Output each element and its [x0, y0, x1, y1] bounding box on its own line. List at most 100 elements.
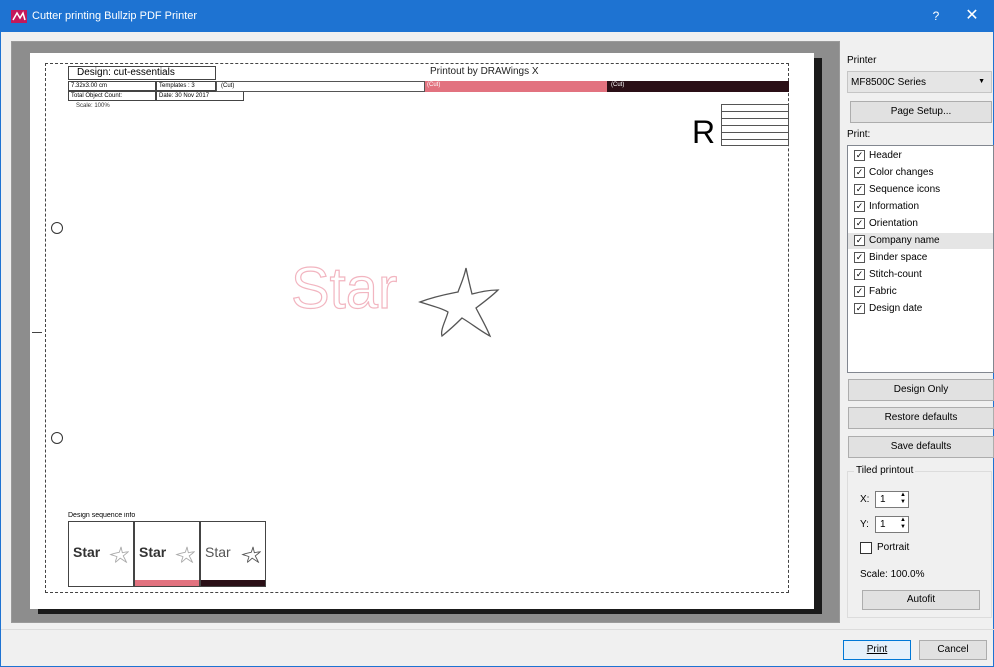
option-label: Orientation [869, 218, 918, 229]
thumb-star-icon [175, 546, 195, 564]
thumb-color-pink [135, 580, 199, 586]
help-button[interactable]: ? [923, 6, 949, 26]
tile-y-value: 1 [880, 519, 886, 530]
option-design-date[interactable]: ✓ Design date [848, 301, 993, 317]
option-header[interactable]: ✓ Header [848, 148, 993, 164]
dropdown-arrow-icon: ▼ [978, 78, 985, 85]
checkbox-icon: ✓ [854, 150, 865, 161]
thumb-star-text: Star [205, 544, 231, 560]
design-star-text: Star [290, 256, 398, 321]
thumb-star-text: Star [139, 544, 167, 560]
design-only-button[interactable]: Design Only [848, 379, 994, 401]
print-button-label: Print [866, 644, 888, 655]
printer-select[interactable]: MF8500C Series ▼ [847, 71, 992, 93]
option-color-changes[interactable]: ✓ Color changes [848, 165, 993, 181]
tile-x-value: 1 [880, 494, 886, 505]
option-label: Design date [869, 303, 923, 314]
size-cell: 7.32x3.00 cm [68, 81, 156, 91]
print-button[interactable]: Print [843, 640, 911, 660]
binder-hole-top [51, 222, 63, 234]
cut-label: (Cut) [221, 83, 235, 89]
binder-mark [32, 332, 42, 333]
sequence-thumb-1: Star [68, 521, 134, 587]
printer-label: Printer [847, 55, 877, 66]
thumb-star-text: Star [73, 544, 101, 560]
footer-separator [1, 629, 994, 630]
title-bar: Cutter printing Bullzip PDF Printer ? ✕ [1, 1, 993, 32]
settings-panel: Printer MF8500C Series ▼ Page Setup... P… [847, 41, 994, 621]
option-orientation[interactable]: ✓ Orientation [848, 216, 993, 232]
printout-by: Printout by DRAWings X [430, 66, 539, 77]
option-label: Sequence icons [869, 184, 941, 195]
print-options-list: ✓ Header ✓ Color changes ✓ Sequence icons ✓… [847, 145, 994, 373]
portrait-label: Portrait [877, 542, 910, 553]
option-label: Binder space [869, 252, 928, 263]
checkbox-icon: ✓ [854, 167, 865, 178]
scale-label: Scale: 100.0% [860, 569, 925, 580]
option-label: Stitch-count [869, 269, 922, 280]
company-info-table [721, 104, 789, 146]
preview-page: Design: cut-essentials Printout by DRAWi… [30, 53, 814, 609]
spin-arrows-icon: ▲ ▼ [900, 517, 906, 530]
y-label: Y: [860, 519, 869, 530]
checkbox-icon: ✓ [854, 269, 865, 280]
x-label: X: [860, 494, 870, 505]
tiled-printout-label: Tiled printout [854, 465, 916, 476]
window-title: Cutter printing Bullzip PDF Printer [32, 10, 198, 22]
printable-area: Design: cut-essentials Printout by DRAWi… [32, 63, 789, 593]
checkbox-icon: ✓ [854, 184, 865, 195]
binder-hole-bottom [51, 432, 63, 444]
cancel-button[interactable]: Cancel [919, 640, 987, 660]
scale-text: Scale: 100% [76, 103, 110, 109]
thumb-color-dark [201, 580, 265, 586]
page-setup-button[interactable]: Page Setup... [850, 101, 992, 123]
printer-select-value: MF8500C Series [851, 77, 927, 88]
checkbox-icon: ✓ [854, 286, 865, 297]
option-sequence-icons[interactable]: ✓ Sequence icons [848, 182, 993, 198]
checkbox-icon: ✓ [854, 303, 865, 314]
print-label: Print: [847, 129, 871, 140]
orientation-letter: R [692, 114, 716, 150]
option-binder-space[interactable]: ✓ Binder space [848, 250, 993, 266]
color-bar-dark: (Cut) [607, 81, 789, 92]
save-defaults-button[interactable]: Save defaults [848, 436, 994, 458]
cut-label: (Cut) [427, 82, 441, 88]
option-company-name[interactable]: ✓ Company name [848, 233, 993, 249]
autofit-button[interactable]: Autofit [862, 590, 980, 610]
thumb-star-icon [241, 546, 261, 564]
option-label: Header [869, 150, 902, 161]
option-label: Company name [869, 235, 940, 246]
sequence-info-title: Design sequence info [68, 512, 136, 519]
sequence-thumb-2: Star [134, 521, 200, 587]
thumb-star-icon [109, 546, 129, 564]
design-name-box: Design: cut-essentials [68, 66, 216, 80]
portrait-checkbox[interactable] [860, 542, 872, 554]
option-stitch-count[interactable]: ✓ Stitch-count [848, 267, 993, 283]
close-button[interactable]: ✕ [959, 5, 985, 27]
option-information[interactable]: ✓ Information [848, 199, 993, 215]
option-label: Information [869, 201, 920, 212]
tile-x-spinner[interactable]: 1 ▲ ▼ [875, 491, 909, 508]
color-bar-pink: (Cut) [425, 81, 607, 92]
checkbox-icon: ✓ [854, 218, 865, 229]
printer-dialog: Cutter printing Bullzip PDF Printer ? ✕ … [0, 0, 994, 667]
checkbox-icon: ✓ [854, 201, 865, 212]
templates-cell: Templates : 3 [156, 81, 216, 91]
sequence-thumb-3: Star [200, 521, 266, 587]
option-fabric[interactable]: ✓ Fabric [848, 284, 993, 300]
date-cell: Date: 30 Nov 2017 [156, 91, 244, 101]
restore-defaults-button[interactable]: Restore defaults [848, 407, 994, 429]
design-name: Design: cut-essentials [77, 67, 175, 78]
option-label: Color changes [869, 167, 934, 178]
checkbox-icon: ✓ [854, 252, 865, 263]
checkbox-icon: ✓ [854, 235, 865, 246]
spin-arrows-icon: ▲ ▼ [900, 492, 906, 505]
option-label: Fabric [869, 286, 897, 297]
app-icon [11, 10, 27, 23]
tiled-printout-group: Tiled printout X: 1 ▲ ▼ Y: 1 ▲ ▼ Portrait … [847, 465, 992, 618]
star-shape-icon [418, 267, 500, 338]
color-bar-white: (Cut) [216, 81, 425, 92]
object-count-cell: Total Object Count: [68, 91, 156, 101]
cut-label: (Cut) [611, 82, 625, 88]
tile-y-spinner[interactable]: 1 ▲ ▼ [875, 516, 909, 533]
